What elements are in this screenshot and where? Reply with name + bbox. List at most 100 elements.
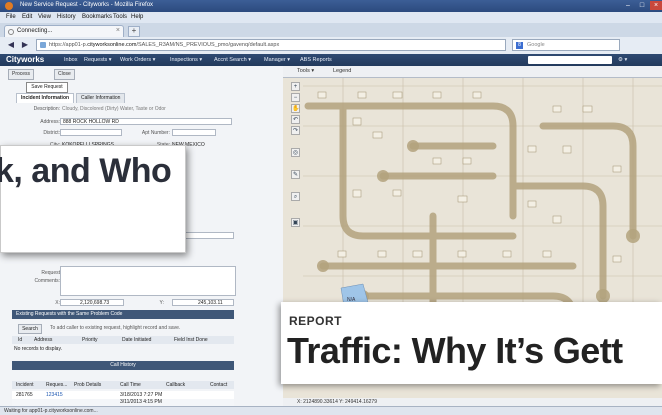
browser-navbar: ◀ ▶ https://app01-p.cityworksonline.com/… [0, 37, 662, 55]
table-row[interactable]: 3/11/2013 4:15 PM [12, 399, 234, 406]
request-comments-field[interactable] [60, 266, 236, 296]
call-history-grid-header: Incident Reques... Prob Details Call Tim… [12, 381, 234, 389]
window-title: New Service Request - Cityworks - Mozill… [20, 2, 154, 8]
url-text: https://app01-p.cityworksonline.com/SALE… [49, 42, 280, 48]
menu-tools[interactable]: Tools [113, 14, 127, 20]
col-call-time[interactable]: Call Time [120, 382, 141, 388]
menu-edit[interactable]: Edit [22, 14, 32, 20]
col-id[interactable]: Id [18, 337, 22, 343]
request-label: Request [41, 270, 60, 276]
close-button[interactable]: Close [54, 69, 75, 80]
back-icon[interactable]: ◀ [6, 40, 16, 50]
zoom-out-icon[interactable]: − [291, 93, 300, 102]
no-records-text: No records to display. [14, 346, 62, 352]
call-history-header: Call History [12, 361, 234, 370]
save-request-tooltip: Save Request [26, 82, 68, 93]
browser-tabbar: Connecting... × + [0, 23, 662, 37]
nav-accnt-search[interactable]: Accnt Search ▾ [214, 57, 251, 63]
tab-caller-information[interactable]: Caller Information [76, 93, 126, 103]
nav-manager[interactable]: Manager ▾ [264, 57, 290, 63]
report-headline: Traffic: Why It’s Gett [287, 330, 623, 371]
next-extent-icon[interactable]: ↷ [291, 126, 300, 135]
map-coordinates: X: 2124890.33614 Y: 249414.16279 [283, 398, 662, 406]
app-search-input[interactable] [528, 56, 612, 64]
nav-work-orders[interactable]: Work Orders ▾ [120, 57, 155, 63]
site-identity-icon[interactable] [40, 42, 46, 48]
browser-tab[interactable]: Connecting... × [4, 25, 124, 37]
search-bar[interactable]: 8 Google [512, 39, 620, 51]
table-row[interactable]: 281765 123415 3/18/2013 7:27 PM [12, 391, 234, 399]
map-legend-button[interactable]: Legend [333, 68, 351, 74]
col-field-inst-done[interactable]: Field Inst Done [174, 337, 208, 343]
nav-requests[interactable]: Requests ▾ [84, 57, 112, 63]
report-caption-card: REPORT Traffic: Why It’s Gett [281, 302, 662, 384]
col-address[interactable]: Address [34, 337, 52, 343]
caption-card: k, and Who [0, 145, 186, 253]
url-bar[interactable]: https://app01-p.cityworksonline.com/SALE… [36, 39, 506, 51]
col-callback[interactable]: Callback [166, 382, 185, 388]
report-kicker: REPORT [289, 314, 343, 328]
col-priority[interactable]: Priority [82, 337, 98, 343]
close-window-icon[interactable]: × [650, 1, 662, 10]
map-toolbar: Tools ▾ Legend [283, 66, 662, 78]
browser-menubar: File Edit View History Bookmarks Tools H… [0, 12, 662, 23]
previous-extent-icon[interactable]: ↶ [291, 115, 300, 124]
zoom-in-icon[interactable]: + [291, 82, 300, 91]
y-label: Y: [159, 300, 164, 306]
search-engine-icon[interactable]: 8 [516, 42, 523, 49]
existing-grid-header: Id Address Priority Date Initiated Field… [12, 336, 234, 344]
settings-icon[interactable]: ⚙ ▾ [618, 57, 627, 63]
caption-text: k, and Who [0, 152, 172, 190]
app-header: Cityworks Inbox Requests ▾ Work Orders ▾… [0, 54, 662, 66]
col-prob-details[interactable]: Prob Details [74, 382, 101, 388]
tab-close-icon[interactable]: × [116, 27, 120, 34]
map-tools-menu[interactable]: Tools ▾ [297, 68, 314, 74]
window-titlebar: New Service Request - Cityworks - Mozill… [0, 0, 662, 12]
apt-number-label: Apt Number: [141, 130, 170, 136]
status-text: Waiting for app01-p.cityworksonline.com.… [4, 408, 98, 414]
col-incident[interactable]: Incident [16, 382, 34, 388]
district-label: District: [43, 130, 60, 136]
col-request[interactable]: Reques... [46, 382, 67, 388]
cityworks-logo[interactable]: Cityworks [6, 55, 44, 64]
menu-help[interactable]: Help [131, 14, 143, 20]
existing-requests-header: Existing Requests with the Same Problem … [12, 310, 234, 319]
firefox-icon [5, 2, 13, 10]
description-value: Cloudy, Discolored (Dirty) Water, Taste … [62, 106, 166, 112]
locate-icon[interactable]: ◎ [291, 148, 300, 157]
address-label: Address: [40, 119, 60, 125]
apt-number-field[interactable] [172, 129, 216, 136]
search-button[interactable]: Search [18, 324, 42, 334]
nav-abs-reports[interactable]: ABS Reports [300, 57, 332, 63]
menu-view[interactable]: View [38, 14, 51, 20]
col-contact[interactable]: Contact [210, 382, 227, 388]
new-tab-button[interactable]: + [128, 26, 140, 37]
menu-file[interactable]: File [6, 14, 16, 20]
menu-history[interactable]: History [57, 14, 76, 20]
row-request-link[interactable]: 123415 [46, 392, 63, 398]
search-placeholder: Google [527, 42, 545, 48]
row-incident: 281765 [16, 392, 33, 398]
draw-icon[interactable]: ✎ [291, 170, 300, 179]
forward-icon[interactable]: ▶ [20, 40, 30, 50]
tab-label: Connecting... [17, 28, 53, 34]
existing-hint: To add caller to existing request, highl… [50, 325, 181, 331]
col-date-initiated[interactable]: Date Initiated [122, 337, 151, 343]
identify-icon[interactable]: ⌕ [291, 192, 300, 201]
nav-inbox[interactable]: Inbox [64, 57, 77, 63]
nav-inspections[interactable]: Inspections ▾ [170, 57, 202, 63]
minimize-icon[interactable]: – [622, 1, 634, 10]
row-call-time: 3/18/2013 7:27 PM [120, 392, 163, 398]
loading-icon [8, 29, 14, 35]
map-tool-strip: + − ✋ ↶ ↷ ◎ ✎ ⌕ ▣ [291, 78, 301, 238]
tab-incident-information[interactable]: Incident Information [16, 93, 75, 103]
pan-icon[interactable]: ✋ [291, 104, 300, 113]
select-icon[interactable]: ▣ [291, 218, 300, 227]
row-call-time: 3/11/2013 4:15 PM [120, 399, 162, 405]
comments-label: Comments: [34, 278, 60, 284]
x-label: X: [55, 300, 60, 306]
y-value: 245,103.11 [198, 300, 223, 306]
maximize-icon[interactable]: □ [636, 1, 648, 10]
menu-bookmarks[interactable]: Bookmarks [82, 14, 112, 20]
process-button[interactable]: Process [8, 69, 35, 80]
